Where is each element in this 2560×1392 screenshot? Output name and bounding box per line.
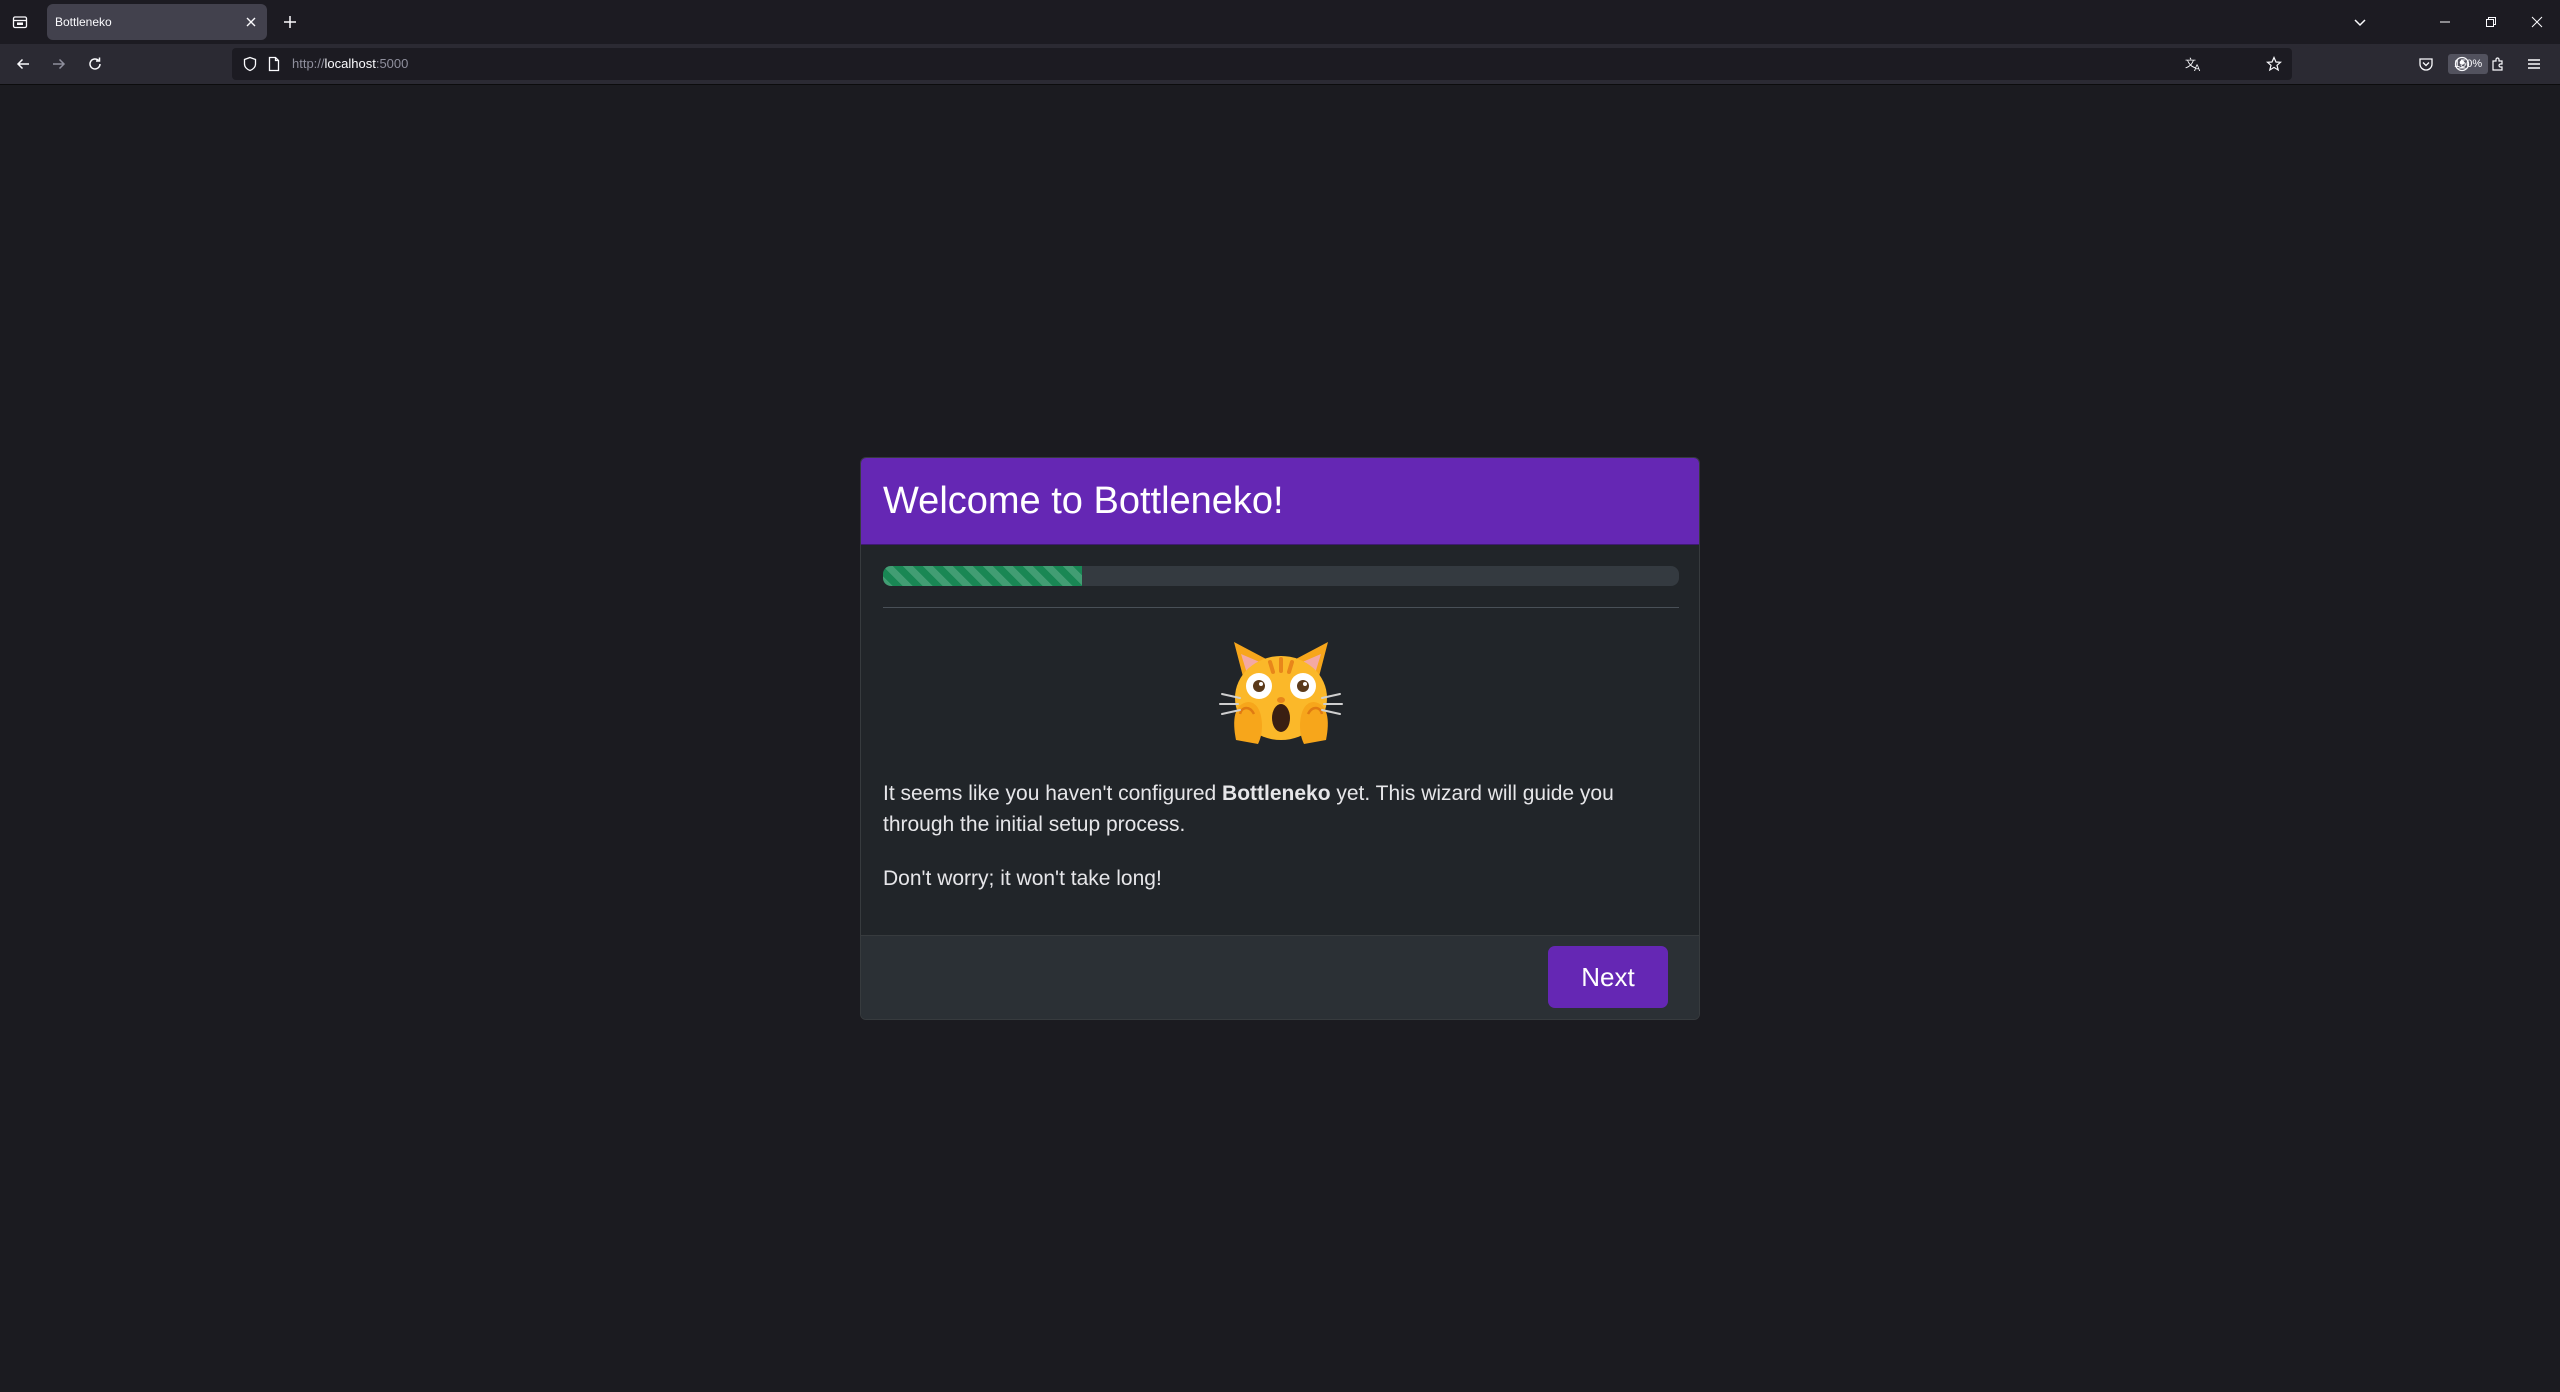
app-name: Bottleneko xyxy=(1222,782,1331,805)
minimize-icon[interactable] xyxy=(2422,0,2468,44)
shield-icon[interactable] xyxy=(238,52,262,76)
intro-paragraph: It seems like you haven't configured Bot… xyxy=(883,778,1679,840)
firefox-view-icon[interactable] xyxy=(8,10,32,34)
page-info-icon[interactable] xyxy=(262,52,286,76)
bookmark-star-icon[interactable] xyxy=(2262,52,2286,76)
menu-icon[interactable] xyxy=(2522,52,2546,76)
progress-fill xyxy=(883,566,1082,586)
browser-tabbar: Bottleneko xyxy=(0,0,2560,44)
url-text[interactable]: http://localhost:5000 xyxy=(292,56,408,71)
active-tab[interactable]: Bottleneko xyxy=(47,4,267,40)
weary-cat-icon xyxy=(1218,622,1344,748)
url-host: localhost xyxy=(324,56,376,71)
close-tab-icon[interactable] xyxy=(239,10,263,34)
account-icon[interactable] xyxy=(2450,52,2474,76)
intro-text-start: It seems like you haven't configured xyxy=(883,782,1223,805)
setup-wizard-card: Welcome to Bottleneko! It seems like you… xyxy=(860,457,1700,1020)
new-tab-icon[interactable] xyxy=(278,10,302,34)
close-window-icon[interactable] xyxy=(2514,0,2560,44)
extensions-icon[interactable] xyxy=(2486,52,2510,76)
list-all-tabs-icon[interactable] xyxy=(2348,10,2372,34)
reassurance-text: Don't worry; it won't take long! xyxy=(883,867,1162,890)
next-button[interactable]: Next xyxy=(1548,946,1668,1008)
tab-title: Bottleneko xyxy=(55,15,112,29)
forward-icon[interactable] xyxy=(47,52,71,76)
url-port: :5000 xyxy=(375,56,409,71)
url-scheme: http:// xyxy=(292,56,325,71)
setup-progress-bar xyxy=(883,566,1679,586)
wizard-title: Welcome to Bottleneko! xyxy=(883,479,1284,522)
svg-text:A: A xyxy=(2194,64,2201,72)
back-icon[interactable] xyxy=(11,52,35,76)
wizard-footer: Next xyxy=(861,935,1699,1019)
divider xyxy=(883,607,1679,608)
browser-navbar: http://localhost:5000 文A 150% xyxy=(0,44,2560,85)
address-bar[interactable]: http://localhost:5000 文A 150% xyxy=(232,48,2489,80)
restore-icon[interactable] xyxy=(2468,0,2514,44)
wizard-body xyxy=(861,545,1699,894)
pocket-icon[interactable] xyxy=(2414,52,2438,76)
translate-icon[interactable]: 文A xyxy=(2182,52,2206,76)
wizard-header: Welcome to Bottleneko! xyxy=(861,458,1699,545)
reload-icon[interactable] xyxy=(83,52,107,76)
